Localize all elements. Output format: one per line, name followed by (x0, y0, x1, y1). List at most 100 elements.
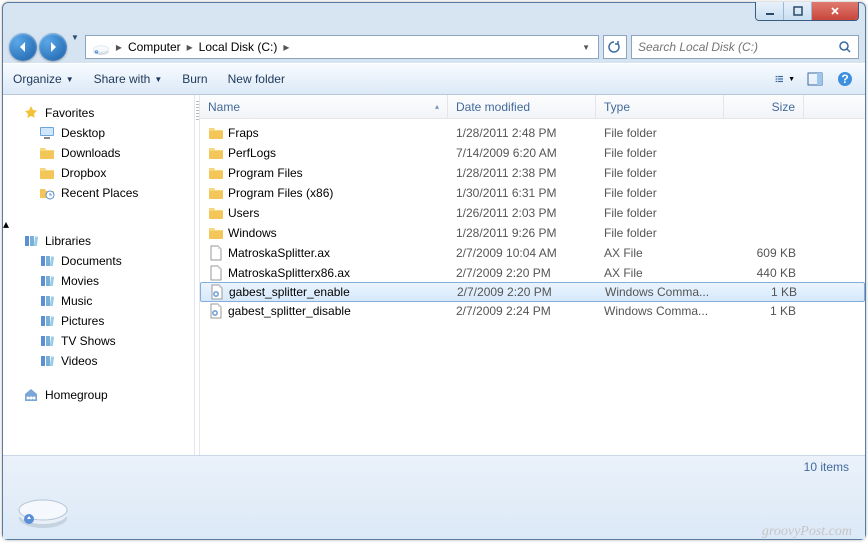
file-row[interactable]: MatroskaSplitterx86.ax2/7/2009 2:20 PMAX… (200, 263, 865, 283)
file-icon (208, 265, 224, 281)
column-header-name[interactable]: Name▴ (200, 95, 448, 118)
sidebar-favorites[interactable]: Favorites (3, 103, 194, 123)
new-folder-button[interactable]: New folder (228, 72, 285, 86)
file-date: 2/7/2009 2:24 PM (448, 304, 596, 318)
column-header-date[interactable]: Date modified (448, 95, 596, 118)
folder-icon (208, 205, 224, 221)
file-name: Program Files (228, 166, 303, 180)
file-list-pane: Name▴ Date modified Type Size Fraps 1/28/… (200, 95, 865, 455)
share-menu[interactable]: Share with▼ (94, 72, 163, 86)
file-size: 609 KB (724, 246, 804, 260)
file-row[interactable]: Program Files (x86)1/30/2011 6:31 PMFile… (200, 183, 865, 203)
organize-menu[interactable]: Organize▼ (13, 72, 74, 86)
preview-pane-toggle[interactable] (805, 70, 825, 88)
sidebar-item-movies[interactable]: Movies (3, 271, 194, 291)
file-row[interactable]: Fraps 1/28/2011 2:48 PMFile folder (200, 123, 865, 143)
cmd-icon (208, 303, 224, 319)
sidebar-item-documents[interactable]: Documents (3, 251, 194, 271)
details-pane: 10 items (3, 455, 865, 539)
search-input[interactable] (638, 40, 838, 54)
file-type: File folder (596, 226, 724, 240)
file-type: File folder (596, 146, 724, 160)
library-icon (39, 253, 55, 269)
sidebar-libraries[interactable]: Libraries (3, 231, 194, 251)
chevron-right-icon[interactable]: ▸ (281, 40, 291, 54)
file-type: File folder (596, 126, 724, 140)
file-type: File folder (596, 166, 724, 180)
folder-icon (39, 165, 55, 181)
file-row[interactable]: PerfLogs7/14/2009 6:20 AMFile folder (200, 143, 865, 163)
folder-icon (208, 225, 224, 241)
watermark: groovyPost.com (762, 524, 852, 540)
back-button[interactable] (9, 33, 37, 61)
sidebar-item-desktop[interactable]: Desktop (3, 123, 194, 143)
item-count: 10 items (15, 460, 853, 474)
file-row[interactable]: MatroskaSplitter.ax 2/7/2009 10:04 AMAX F… (200, 243, 865, 263)
file-date: 1/28/2011 9:26 PM (448, 226, 596, 240)
search-box[interactable] (631, 35, 859, 59)
file-date: 2/7/2009 2:20 PM (448, 266, 596, 280)
file-row[interactable]: Program Files 1/28/2011 2:38 PMFile folde… (200, 163, 865, 183)
library-icon (39, 333, 55, 349)
library-icon (39, 313, 55, 329)
desktop-icon (39, 125, 55, 141)
file-row[interactable]: Windows 1/28/2011 9:26 PMFile folder (200, 223, 865, 243)
collapse-icon[interactable]: ▴ (3, 217, 9, 231)
file-date: 2/7/2009 10:04 AM (448, 246, 596, 260)
help-button[interactable] (835, 70, 855, 88)
file-name: Windows (228, 226, 277, 240)
column-header-type[interactable]: Type (596, 95, 724, 118)
forward-button[interactable] (39, 33, 67, 61)
folder-icon (208, 165, 224, 181)
close-button[interactable] (812, 2, 858, 20)
folder-icon (39, 145, 55, 161)
file-row[interactable]: gabest_splitter_disable2/7/2009 2:24 PMW… (200, 301, 865, 321)
file-date: 1/28/2011 2:48 PM (448, 126, 596, 140)
file-name: MatroskaSplitter.ax (228, 246, 330, 260)
sidebar-item-pictures[interactable]: Pictures (3, 311, 194, 331)
file-date: 1/28/2011 2:38 PM (448, 166, 596, 180)
sidebar-item-tvshows[interactable]: TV Shows (3, 331, 194, 351)
sidebar-item-videos[interactable]: Videos (3, 351, 194, 371)
drive-large-icon (15, 476, 71, 532)
search-icon (838, 40, 852, 54)
file-row[interactable]: gabest_splitter_enable2/7/2009 2:20 PMWi… (200, 282, 865, 302)
nav-history-dropdown[interactable]: ▼ (69, 33, 81, 61)
sidebar-item-recent[interactable]: Recent Places (3, 183, 194, 203)
minimize-button[interactable] (756, 2, 784, 20)
file-type: File folder (596, 206, 724, 220)
burn-button[interactable]: Burn (182, 72, 207, 86)
sidebar-item-music[interactable]: Music (3, 291, 194, 311)
file-date: 2/7/2009 2:20 PM (449, 285, 597, 299)
library-icon (39, 293, 55, 309)
chevron-right-icon[interactable]: ▸ (114, 40, 124, 54)
refresh-button[interactable] (603, 35, 627, 59)
maximize-button[interactable] (784, 2, 812, 20)
recent-icon (39, 185, 55, 201)
address-bar[interactable]: ▸ Computer ▸ Local Disk (C:) ▸ ▼ (85, 35, 599, 59)
chevron-right-icon[interactable]: ▸ (185, 40, 195, 54)
view-options[interactable]: ▼ (775, 70, 795, 88)
file-name: Fraps (228, 126, 259, 140)
breadcrumb-computer[interactable]: Computer (124, 36, 185, 58)
file-date: 1/30/2011 6:31 PM (448, 186, 596, 200)
file-row[interactable]: Users1/26/2011 2:03 PMFile folder (200, 203, 865, 223)
breadcrumb-localdisk[interactable]: Local Disk (C:) (195, 36, 282, 58)
file-type: AX File (596, 246, 724, 260)
file-type: AX File (596, 266, 724, 280)
file-name: gabest_splitter_enable (229, 285, 350, 299)
column-header-size[interactable]: Size (724, 95, 804, 118)
file-name: Users (228, 206, 259, 220)
file-type: File folder (596, 186, 724, 200)
file-name: gabest_splitter_disable (228, 304, 351, 318)
folder-icon (208, 125, 224, 141)
sidebar-item-dropbox[interactable]: Dropbox (3, 163, 194, 183)
sidebar-item-downloads[interactable]: Downloads (3, 143, 194, 163)
address-dropdown[interactable]: ▼ (576, 43, 596, 52)
star-icon (23, 105, 39, 121)
file-icon (208, 245, 224, 261)
navigation-pane: Favorites Desktop Downloads Dropbox Rece… (3, 95, 195, 455)
sidebar-homegroup[interactable]: Homegroup (3, 385, 194, 405)
file-date: 7/14/2009 6:20 AM (448, 146, 596, 160)
file-size: 1 KB (724, 304, 804, 318)
